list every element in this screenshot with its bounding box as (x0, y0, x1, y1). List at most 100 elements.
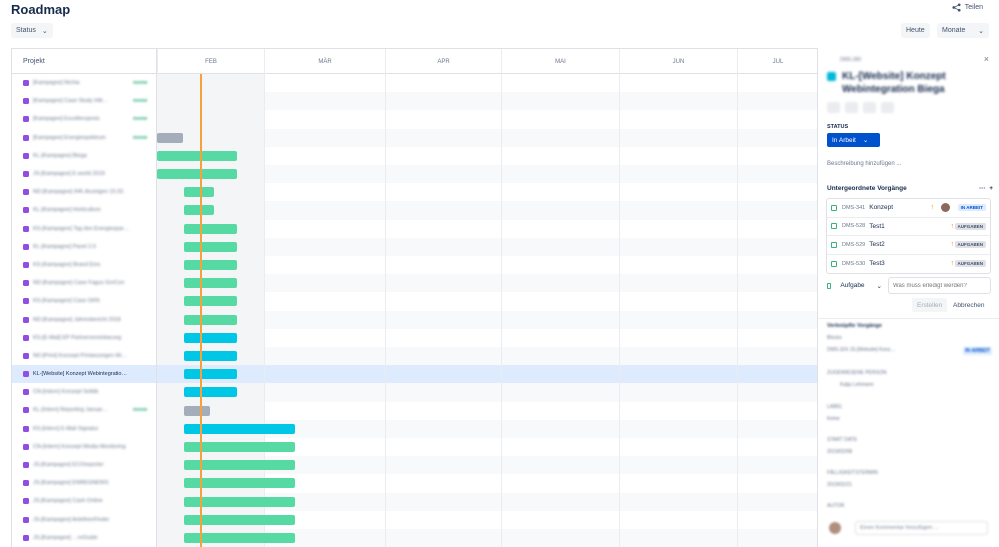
timeline-bar[interactable] (184, 405, 210, 416)
timeline-bar[interactable] (184, 332, 237, 343)
timeline-bar[interactable] (157, 150, 237, 161)
description-placeholder[interactable]: Beschreibung hinzufügen ... (827, 161, 901, 167)
project-row[interactable]: JS-[Kampagne] ENREGNEWS (12, 474, 156, 492)
subtask-key[interactable]: DMS-528 (842, 223, 865, 229)
subtask-row[interactable]: DMS-341 Konzept ↑ IN ARBEIT (827, 199, 990, 218)
epic-icon (23, 207, 29, 214)
create-button[interactable]: Erstellen (912, 298, 948, 312)
more-icon[interactable]: ··· (979, 185, 986, 192)
project-row[interactable]: KS-[Kampagne] Brand Eins (12, 256, 156, 274)
project-row[interactable]: KL-[Intern] Reporting Januar… meme (12, 401, 156, 419)
project-row-label: KS-[E-Mail] EP Partnervereinbarung (33, 334, 122, 341)
status-badge[interactable]: AUFGABEN (954, 241, 986, 249)
top-bar: Roadmap Teilen Status ⌄ Heute Monate ⌄ (0, 0, 999, 48)
child-issue-icon[interactable] (845, 102, 858, 113)
timeline-bar[interactable] (184, 260, 237, 270)
subtask-input[interactable] (888, 277, 991, 294)
project-row[interactable]: KS-[Kampagne] Case GKN (12, 292, 156, 310)
subtask-key[interactable]: DMS-529 (842, 242, 865, 248)
add-icon[interactable]: + (989, 185, 993, 192)
timeline-row (157, 201, 818, 220)
project-row[interactable]: KS-[E-Mail] EP Partnervereinbarung (12, 329, 156, 347)
project-row[interactable]: KL-[Kampagne] Horticulture (12, 201, 156, 219)
more-icon[interactable] (881, 102, 894, 113)
subtask-key[interactable]: DMS-530 (842, 261, 865, 267)
subtask-row[interactable]: DMS-530 Test3 ↑ AUFGABEN (827, 255, 990, 274)
timeline-bar[interactable] (184, 241, 237, 252)
project-row-label: JS-[Kampagne] ENREGNEWS (33, 480, 109, 487)
project-row[interactable]: ND-[Kampagne] Case Fagus GreCon (12, 274, 156, 292)
subtask-name[interactable]: Test2 (869, 241, 885, 248)
assignee-value[interactable]: Katja Lehmann (840, 382, 874, 388)
project-row[interactable]: JS-[Kampagne] ECOreporter (12, 456, 156, 474)
timeline-bar[interactable] (184, 223, 237, 234)
linked-issue-item[interactable]: DMS-324 JS-[Website] Konz… IN ARBEIT (827, 347, 992, 355)
timeline-bar[interactable] (184, 205, 214, 216)
project-row[interactable]: [Kampagne] Nichia meme (12, 74, 156, 92)
project-row[interactable]: ND-[Print] Konzept Printanzeigen Mi… (12, 347, 156, 365)
timeline-row (157, 274, 818, 293)
timeline-bar[interactable] (157, 132, 183, 143)
project-row[interactable]: KS-[Kampagne] Tag des Energiespar… (12, 220, 156, 238)
project-row[interactable]: KL-[Kampagne] Panel 2.0 (12, 238, 156, 256)
project-row[interactable]: ND-[Kampagne] IHK-Anzeigen 15.02. (12, 183, 156, 201)
status-filter[interactable]: Status ⌄ (11, 23, 53, 38)
project-row[interactable]: JS-[Kampagne] …reGuide (12, 529, 156, 547)
timeline: FEB MÄR APR MAI JUN JUL (157, 49, 818, 547)
project-row[interactable]: CN-[Intern] Konzept Media-Monitoring (12, 438, 156, 456)
timeline-bar[interactable] (184, 369, 237, 380)
project-row[interactable]: KL-[Website] Konzept Webintegratio… (12, 365, 156, 384)
project-row-label: CN-[Intern] Konzept Media-Monitoring (33, 443, 126, 450)
close-icon[interactable]: × (984, 54, 989, 64)
project-row[interactable]: JS-[Kampagne] Cash Online (12, 492, 156, 510)
month-header: FEB MÄR APR MAI JUN JUL (157, 49, 818, 74)
issue-key[interactable]: DMS-280 (840, 57, 861, 63)
comment-input[interactable]: Einen Kommentar hinzufügen ... (855, 521, 988, 535)
project-row[interactable]: KS-[Intern] E-Mail Signatur (12, 420, 156, 438)
timeline-bar[interactable] (184, 387, 237, 398)
status-badge[interactable]: IN ARBEIT (957, 204, 986, 212)
start-date-value[interactable]: 2019/02/08 (827, 449, 852, 455)
project-row[interactable]: JS-[Kampagne] E-world 2019 (12, 165, 156, 183)
due-date-value[interactable]: 2019/02/21 (827, 482, 852, 488)
subtask-name[interactable]: Test3 (869, 260, 885, 267)
today-button[interactable]: Heute (901, 23, 930, 38)
timeline-bar[interactable] (184, 278, 237, 289)
attach-icon[interactable] (827, 102, 840, 113)
timeline-bar[interactable] (157, 169, 237, 179)
subtask-row[interactable]: DMS-529 Test2 ↑ AUFGABEN (827, 236, 990, 255)
status-badge[interactable]: AUFGABEN (954, 222, 986, 230)
project-row[interactable]: ND-[Kampagne] Jahresbericht 2018 (12, 310, 156, 328)
timeline-bar[interactable] (184, 314, 237, 325)
project-row[interactable]: CN-[Intern] Konzept Selbtk (12, 383, 156, 401)
chevron-down-icon: ⌄ (978, 27, 984, 35)
cancel-button[interactable]: Abbrechen (948, 298, 989, 312)
project-row[interactable]: [Kampagne] Excellenzpreis meme (12, 110, 156, 128)
labels-value[interactable]: Keine (827, 416, 840, 422)
project-row[interactable]: [Kampagne] Case Study Hitt… meme (12, 92, 156, 110)
epic-icon (23, 516, 29, 523)
task-icon (827, 282, 832, 289)
project-row[interactable]: KL-[Kampagne] Biega (12, 147, 156, 165)
epic-icon (23, 98, 29, 105)
project-row[interactable]: JS-[Kampagne] AnlethenFinder (12, 511, 156, 529)
project-row-label: ND-[Kampagne] IHK-Anzeigen 15.02. (33, 189, 125, 196)
subtask-row[interactable]: DMS-528 Test1 ↑ AUFGABEN (827, 218, 990, 236)
project-row[interactable]: [Kampagne] Energiespektrum meme (12, 129, 156, 147)
timeline-bar[interactable] (184, 296, 237, 307)
share-label: Teilen (964, 4, 983, 11)
timeline-bar[interactable] (184, 187, 214, 198)
share-button[interactable]: Teilen (952, 3, 983, 12)
timeline-row (157, 237, 818, 256)
project-row-label: KL-[Intern] Reporting Januar… (33, 407, 108, 414)
subtask-name[interactable]: Konzept (869, 204, 893, 211)
zoom-select[interactable]: Monate ⌄ (937, 23, 989, 38)
status-dropdown[interactable]: In Arbeit ⌄ (827, 133, 880, 147)
link-icon[interactable] (863, 102, 876, 113)
subtask-key[interactable]: DMS-341 (842, 205, 865, 211)
issue-title[interactable]: KL-[Website] Konzept Webintegration Bieg… (842, 70, 962, 96)
status-badge[interactable]: AUFGABEN (954, 260, 986, 268)
subtask-name[interactable]: Test1 (869, 223, 885, 230)
timeline-bar[interactable] (184, 351, 237, 361)
task-type-select[interactable]: Aufgabe ⌄ (827, 278, 882, 293)
